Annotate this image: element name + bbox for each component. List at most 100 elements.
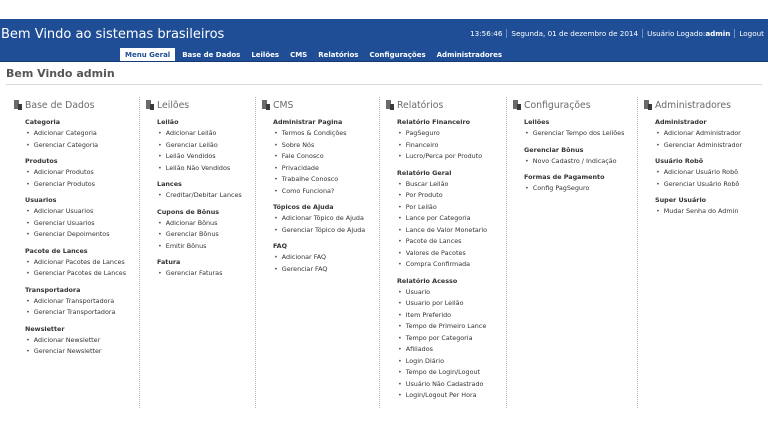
menu-link[interactable]: • Gerenciar Tempo dos Leilões bbox=[524, 128, 637, 140]
menu-link[interactable]: • Gerenciar Leilão bbox=[157, 140, 255, 152]
menu-link-label: Fale Conosco bbox=[281, 152, 324, 160]
tab-configuracoes[interactable]: Configurações bbox=[365, 48, 429, 61]
group-title: Super Usuário bbox=[655, 196, 707, 204]
bullet-icon: • bbox=[26, 179, 30, 188]
group-title: Categoria bbox=[25, 118, 61, 126]
menu-link[interactable]: • PagSeguro bbox=[397, 128, 506, 140]
menu-link[interactable]: • Adicionar FAQ bbox=[273, 252, 379, 264]
menu-link[interactable]: • Afiliados bbox=[397, 344, 506, 356]
menu-link[interactable]: • Gerenciar Pacotes de Lances bbox=[25, 268, 139, 280]
menu-link-label: Item Preferido bbox=[405, 310, 452, 319]
menu-link[interactable]: • Gerenciar Newsletter bbox=[25, 346, 139, 358]
menu-link[interactable]: • Adicionar Usuarios bbox=[25, 206, 139, 218]
menu-group: Relatório Acesso • Usuario • Usuario por Lei… bbox=[397, 276, 506, 402]
menu-link[interactable]: • Lucro/Perca por Produto bbox=[397, 151, 506, 163]
menu-link[interactable]: • Gerenciar Usuarios bbox=[25, 218, 139, 230]
bullet-icon: • bbox=[26, 129, 30, 137]
menu-link[interactable]: • Adicionar Produtos bbox=[25, 167, 139, 179]
menu-link[interactable]: • Gerenciar Bônus bbox=[157, 229, 255, 241]
menu-link[interactable]: • Adicionar Bônus bbox=[157, 218, 255, 230]
menu-link[interactable]: • Tempo de Login/Logout bbox=[397, 367, 506, 379]
menu-link[interactable]: • Tempo por Categoria bbox=[397, 333, 506, 345]
menu-link[interactable]: • Financeiro bbox=[397, 140, 506, 152]
menu-link[interactable]: • Trabalhe Conosco bbox=[273, 174, 379, 186]
section-icon bbox=[643, 99, 653, 112]
menu-link[interactable]: • Mudar Senha do Admin bbox=[655, 206, 761, 218]
status-bar: 13:56:46 Segunda, 01 de dezembro de 2014 U… bbox=[466, 29, 768, 38]
menu-link-label: Gerenciar FAQ bbox=[281, 264, 328, 273]
menu-link[interactable]: • Creditar/Debitar Lances bbox=[157, 190, 255, 202]
menu-link-label: Adicionar Leilão bbox=[165, 129, 217, 137]
menu-link[interactable]: • Por Produto bbox=[397, 190, 506, 202]
menu-link[interactable]: • Compra Confirmada bbox=[397, 259, 506, 271]
menu-link[interactable]: • Gerenciar Faturas bbox=[157, 268, 255, 280]
menu-link[interactable]: • Leilão Vendidos bbox=[157, 151, 255, 163]
menu-link[interactable]: • Usuário Não Cadastrado bbox=[397, 379, 506, 391]
menu-link[interactable]: • Gerenciar Transportadora bbox=[25, 307, 139, 319]
group-title: Formas de Pagamento bbox=[524, 173, 605, 181]
menu-link[interactable]: • Gerenciar FAQ bbox=[273, 264, 379, 276]
menu-link[interactable]: • Adicionar Newsletter bbox=[25, 335, 139, 347]
menu-link[interactable]: • Por Leilão bbox=[397, 202, 506, 214]
bullet-icon: • bbox=[398, 345, 402, 353]
menu-link[interactable]: • Login Diário bbox=[397, 356, 506, 368]
menu-link-label: Lucro/Perca por Produto bbox=[405, 152, 483, 160]
menu-link-label: Lance por Categoria bbox=[405, 214, 471, 222]
menu-link[interactable]: • Adicionar Leilão bbox=[157, 128, 255, 140]
menu-link[interactable]: • Adicionar Transportadora bbox=[25, 296, 139, 308]
menu-link-label: Gerenciar Transportadora bbox=[33, 308, 116, 316]
column-body: Leilões • Gerenciar Tempo dos Leilões Geren… bbox=[512, 117, 637, 195]
tab-base-de-dados[interactable]: Base de Dados bbox=[178, 48, 244, 61]
tab-menu-geral[interactable]: Menu Geral bbox=[120, 48, 176, 61]
menu-link[interactable]: • Gerenciar Administrador bbox=[655, 140, 761, 152]
menu-link[interactable]: • Gerenciar Produtos bbox=[25, 179, 139, 191]
menu-link[interactable]: • Adicionar Tópico de Ajuda bbox=[273, 213, 379, 225]
menu-link[interactable]: • Adicionar Pacotes de Lances bbox=[25, 257, 139, 269]
tab-cms[interactable]: CMS bbox=[286, 48, 311, 61]
menu-link[interactable]: • Gerenciar Depoimentos bbox=[25, 229, 139, 241]
menu-link[interactable]: • Adicionar Categoria bbox=[25, 128, 139, 140]
tab-relatorios[interactable]: Relatórios bbox=[314, 48, 362, 61]
bullet-icon: • bbox=[274, 214, 278, 222]
logout-link[interactable]: Logout bbox=[734, 29, 768, 38]
menu-link[interactable]: • Login/Logout Per Hora bbox=[397, 390, 506, 402]
bullet-icon: • bbox=[26, 207, 30, 215]
menu-link[interactable]: • Gerenciar Tópico de Ajuda bbox=[273, 225, 379, 237]
menu-link[interactable]: • Tempo de Primeiro Lance bbox=[397, 321, 506, 333]
menu-link[interactable]: • Config PagSeguro bbox=[524, 183, 637, 195]
column-body: Relatório Financeiro • PagSeguro • Financeir… bbox=[385, 117, 506, 402]
tab-leiloes[interactable]: Leilões bbox=[247, 48, 283, 61]
menu-link[interactable]: • Emitir Bônus bbox=[157, 241, 255, 253]
column-title: Base de Dados bbox=[25, 99, 95, 111]
menu-link[interactable]: • Gerenciar Categoria bbox=[25, 140, 139, 152]
menu-link[interactable]: • Sobre Nós bbox=[273, 140, 379, 152]
menu-link-label: Novo Cadastro / Indicação bbox=[532, 156, 617, 165]
menu-link[interactable]: • Lance de Valor Monetario bbox=[397, 225, 506, 237]
menu-link[interactable]: • Novo Cadastro / Indicação bbox=[524, 156, 637, 168]
bullet-icon: • bbox=[158, 152, 162, 160]
menu-group: Transportadora • Adicionar Transportadora •… bbox=[25, 285, 139, 319]
menu-link[interactable]: • Fale Conosco bbox=[273, 151, 379, 163]
group-title: Usuário Robô bbox=[655, 157, 704, 165]
menu-link[interactable]: • Adicionar Administrador bbox=[655, 128, 761, 140]
menu-link[interactable]: • Usuario por Leilão bbox=[397, 298, 506, 310]
menu-link[interactable]: • Gerenciar Usuário Robô bbox=[655, 179, 761, 191]
bullet-icon: • bbox=[398, 287, 402, 296]
menu-link[interactable]: • Leilão Não Vendidos bbox=[157, 163, 255, 175]
menu-link[interactable]: • Adicionar Usuário Robô bbox=[655, 167, 761, 179]
menu-link-label: Creditar/Debitar Lances bbox=[165, 191, 242, 199]
menu-link[interactable]: • Como Funciona? bbox=[273, 186, 379, 198]
menu-link[interactable]: • Valores de Pacotes bbox=[397, 248, 506, 260]
menu-link[interactable]: • Item Preferido bbox=[397, 310, 506, 322]
menu-link[interactable]: • Termos & Condições bbox=[273, 128, 379, 140]
bullet-icon: • bbox=[398, 237, 402, 245]
menu-link-label: Afiliados bbox=[405, 345, 433, 353]
menu-column-relatorios: Relatórios Relatório Financeiro • PagSeguro… bbox=[385, 97, 507, 408]
bullet-icon: • bbox=[398, 129, 402, 137]
tab-administradores[interactable]: Administradores bbox=[433, 48, 506, 61]
menu-link[interactable]: • Buscar Leilão bbox=[397, 179, 506, 191]
menu-link[interactable]: • Lance por Categoria bbox=[397, 213, 506, 225]
menu-link[interactable]: • Privacidade bbox=[273, 163, 379, 175]
menu-link[interactable]: • Pacote de Lances bbox=[397, 236, 506, 248]
menu-link[interactable]: • Usuario bbox=[397, 287, 506, 299]
